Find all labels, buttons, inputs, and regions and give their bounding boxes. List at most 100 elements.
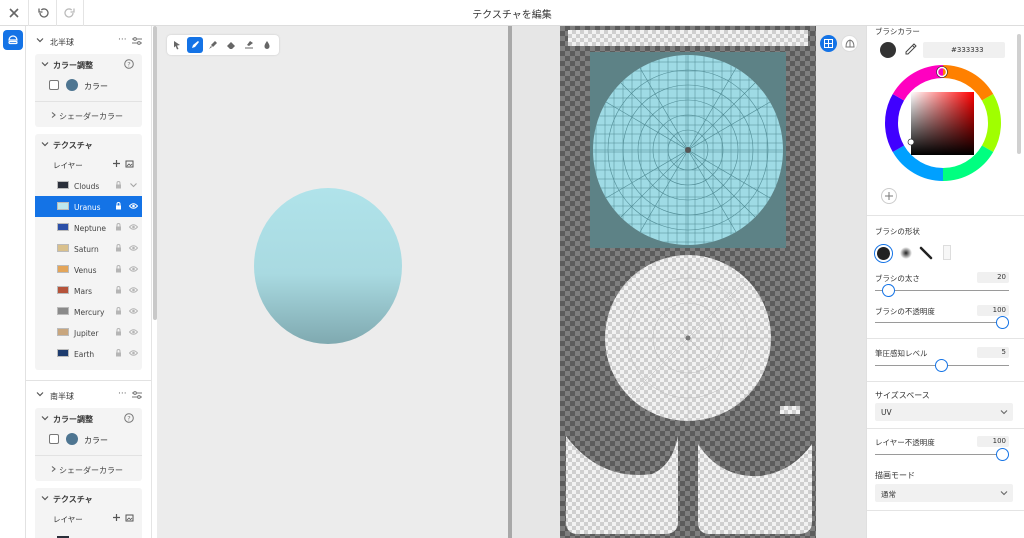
layer-row-mercury[interactable]: Mercury: [35, 301, 142, 322]
lock-icon[interactable]: [115, 202, 122, 210]
brush-size-knob[interactable]: [882, 284, 895, 297]
brush-shape-texture[interactable]: [943, 245, 951, 260]
hex-input[interactable]: #333333: [923, 42, 1005, 58]
pen-tool[interactable]: [187, 37, 203, 53]
brush-color-swatch[interactable]: [880, 42, 896, 58]
size-space-dropdown[interactable]: UV: [875, 403, 1013, 421]
eye-icon[interactable]: [129, 202, 138, 210]
layer-opacity-knob[interactable]: [996, 448, 1009, 461]
eye-icon[interactable]: [129, 349, 138, 357]
layer-thumbnail: [57, 202, 69, 210]
lock-icon[interactable]: [115, 349, 122, 357]
stamp-tool[interactable]: [241, 37, 257, 53]
brush-shape-calligraphy[interactable]: [919, 246, 933, 260]
eyedropper-icon[interactable]: [904, 43, 917, 56]
lock-icon[interactable]: [115, 265, 122, 273]
help-icon[interactable]: ?: [124, 413, 134, 423]
planet-preview[interactable]: [253, 187, 403, 345]
lock-icon[interactable]: [115, 244, 122, 252]
hemisphere-icon: [8, 35, 18, 45]
3d-preview-canvas[interactable]: [157, 26, 508, 538]
layer-thumbnail: [57, 244, 69, 252]
brush-shape-round[interactable]: [874, 244, 893, 263]
layer-opacity-value[interactable]: 100: [977, 436, 1009, 447]
eye-icon[interactable]: [129, 286, 138, 294]
color-swatch[interactable]: [66, 433, 78, 445]
tune-icon[interactable]: [132, 391, 142, 399]
eye-icon[interactable]: [129, 244, 138, 252]
help-icon[interactable]: ?: [124, 59, 134, 69]
select-tool[interactable]: [169, 37, 185, 53]
brush-icon: [209, 41, 217, 49]
brush-shape-soft[interactable]: [900, 247, 912, 259]
fill-tool[interactable]: [259, 37, 275, 53]
grid-icon: [824, 39, 833, 48]
brush-tool[interactable]: [205, 37, 221, 53]
brush-opacity-knob[interactable]: [996, 316, 1009, 329]
layer-row-mars[interactable]: Mars: [35, 280, 142, 301]
hemisphere-mode-button[interactable]: [3, 30, 23, 50]
lock-icon[interactable]: [115, 181, 122, 189]
size-space-selected: UV: [881, 408, 892, 417]
lock-icon[interactable]: [115, 286, 122, 294]
layer-name: Venus: [74, 266, 97, 275]
brush-opacity-value[interactable]: 100: [977, 305, 1009, 316]
layer-name: Mercury: [74, 308, 105, 317]
south-hemisphere-header[interactable]: 南半球 ···: [26, 386, 151, 406]
cursor-icon: [174, 41, 180, 50]
right-panel-scrollbar[interactable]: [1017, 34, 1021, 154]
eye-icon[interactable]: [129, 223, 138, 231]
divider: [867, 381, 1024, 382]
layer-row-jupiter[interactable]: Jupiter: [35, 322, 142, 343]
add-swatch-button[interactable]: [881, 188, 897, 204]
pressure-value[interactable]: 5: [977, 347, 1009, 358]
lock-icon[interactable]: [115, 307, 122, 315]
uv-texture-map[interactable]: [560, 26, 816, 538]
brush-opacity-slider[interactable]: [875, 322, 1009, 323]
layer-name: Earth: [74, 350, 95, 359]
layer-row-clouds[interactable]: Clouds: [35, 175, 142, 196]
plus-icon: [885, 192, 893, 200]
eye-icon[interactable]: [129, 328, 138, 336]
shader-color-toggle[interactable]: シェーダーカラー: [59, 111, 123, 122]
layer-opacity-slider[interactable]: [875, 454, 1009, 455]
layer-row-neptune[interactable]: Neptune: [35, 217, 142, 238]
uv-editor[interactable]: [512, 26, 866, 538]
layer-thumbnail: [57, 223, 69, 231]
add-layer-icon[interactable]: [112, 513, 121, 522]
layer-row-venus[interactable]: Venus: [35, 259, 142, 280]
color-wheel[interactable]: [885, 65, 1001, 181]
add-image-icon[interactable]: [125, 159, 134, 168]
lock-icon[interactable]: [115, 223, 122, 231]
uv-shape-toggle[interactable]: [841, 35, 858, 52]
add-layer-icon[interactable]: [112, 159, 121, 168]
chevron-down-icon: [36, 38, 44, 43]
color-checkbox[interactable]: [49, 434, 59, 444]
layer-row-earth[interactable]: Earth: [35, 343, 142, 364]
lock-icon[interactable]: [115, 328, 122, 336]
uv-grid-toggle[interactable]: [820, 35, 837, 52]
divider: [867, 510, 1024, 511]
shader-color-toggle[interactable]: シェーダーカラー: [59, 465, 123, 476]
chevron-down-icon[interactable]: [129, 181, 138, 189]
south-hemisphere-title: 南半球: [50, 392, 74, 401]
north-hemisphere-header[interactable]: 北半球 ···: [26, 32, 151, 52]
chevron-down-icon: [36, 392, 44, 397]
draw-mode-dropdown[interactable]: 通常: [875, 484, 1013, 502]
color-checkbox[interactable]: [49, 80, 59, 90]
tune-icon[interactable]: [132, 37, 142, 45]
layer-name: Neptune: [74, 224, 107, 233]
pressure-knob[interactable]: [935, 359, 948, 372]
more-icon[interactable]: ···: [118, 389, 127, 399]
layer-row-uranus[interactable]: Uranus: [35, 196, 142, 217]
eye-icon[interactable]: [129, 265, 138, 273]
more-icon[interactable]: ···: [118, 35, 127, 45]
brush-size-slider[interactable]: [875, 290, 1009, 291]
layer-row-saturn[interactable]: Saturn: [35, 238, 142, 259]
color-swatch[interactable]: [66, 79, 78, 91]
add-image-icon[interactable]: [125, 513, 134, 522]
eraser-tool[interactable]: [223, 37, 239, 53]
eye-icon[interactable]: [129, 307, 138, 315]
divider: [867, 215, 1024, 216]
brush-size-value[interactable]: 20: [977, 272, 1009, 283]
